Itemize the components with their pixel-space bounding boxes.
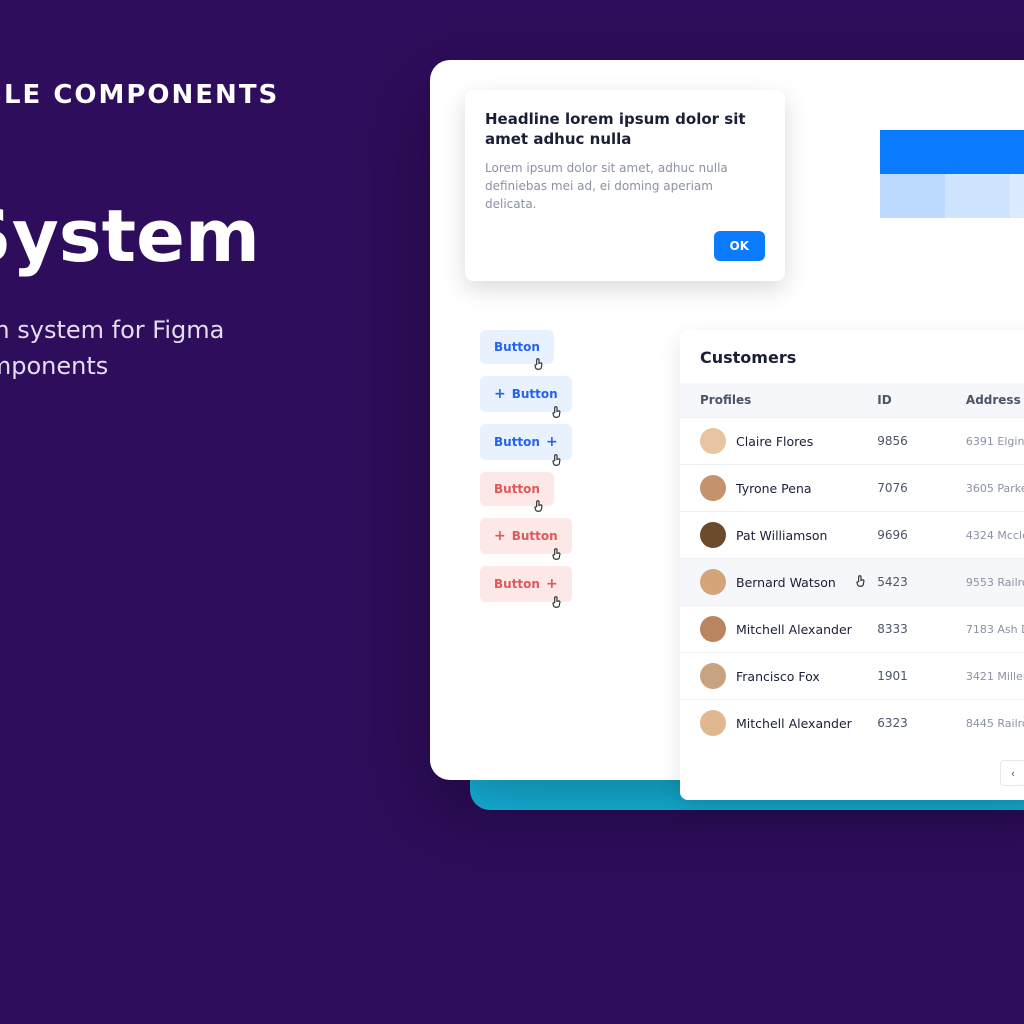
profile-cell: Mitchell Alexander	[700, 616, 877, 642]
dialog-card: Headline lorem ipsum dolor sit amet adhu…	[465, 90, 785, 281]
plus-icon: +	[494, 528, 506, 544]
customers-table: Customers Profiles ID Address Claire Flo…	[680, 330, 1024, 800]
address-cell: 9553 Railroa	[966, 576, 1024, 589]
address-cell: 4324 Mcclel	[966, 529, 1024, 542]
dialog-body: Lorem ipsum dolor sit amet, adhuc nulla …	[485, 159, 765, 213]
profile-cell: Claire Flores	[700, 428, 877, 454]
swatch	[1010, 130, 1024, 174]
id-cell: 9856	[877, 434, 966, 448]
col-id: ID	[877, 393, 966, 407]
avatar	[700, 616, 726, 642]
table-row[interactable]: Bernard Watson54239553 Railroa	[680, 558, 1024, 605]
sample-button-1[interactable]: +Button	[480, 376, 572, 412]
address-cell: 6391 Elgin St	[966, 435, 1024, 448]
id-cell: 7076	[877, 481, 966, 495]
profile-cell: Bernard Watson	[700, 569, 877, 595]
table-row[interactable]: Francisco Fox19013421 Miller A	[680, 652, 1024, 699]
profile-cell: Tyrone Pena	[700, 475, 877, 501]
profile-cell: Pat Williamson	[700, 522, 877, 548]
col-profiles: Profiles	[700, 393, 877, 407]
hero-text: ABLE COMPONENTS System sign system for F…	[0, 80, 380, 384]
plus-icon: +	[546, 576, 558, 592]
swatch	[880, 174, 945, 218]
table-row[interactable]: Mitchell Alexander63238445 Railroa	[680, 699, 1024, 746]
avatar	[700, 710, 726, 736]
swatch	[1010, 174, 1024, 218]
table-title: Customers	[680, 330, 1024, 383]
cursor-icon	[550, 405, 564, 422]
color-swatches	[880, 130, 1024, 218]
cursor-icon	[550, 453, 564, 470]
address-cell: 7183 Ash Dr,	[966, 623, 1024, 636]
profile-cell: Francisco Fox	[700, 663, 877, 689]
col-address: Address	[966, 393, 1024, 407]
avatar	[700, 663, 726, 689]
page-prev[interactable]: ‹	[1000, 760, 1024, 786]
avatar	[700, 569, 726, 595]
cursor-icon	[532, 357, 546, 374]
page-title: System	[0, 200, 380, 272]
pagination: ‹ 12	[680, 746, 1024, 800]
eyebrow: ABLE COMPONENTS	[0, 80, 380, 110]
table-row[interactable]: Pat Williamson96964324 Mcclel	[680, 511, 1024, 558]
swatch	[880, 130, 945, 174]
cursor-icon	[550, 595, 564, 612]
address-cell: 8445 Railroa	[966, 717, 1024, 730]
components-panel: Headline lorem ipsum dolor sit amet adhu…	[430, 60, 1024, 780]
id-cell: 1901	[877, 669, 966, 683]
table-row[interactable]: Claire Flores98566391 Elgin St	[680, 417, 1024, 464]
cursor-icon	[532, 499, 546, 516]
dialog-headline: Headline lorem ipsum dolor sit amet adhu…	[485, 110, 765, 149]
sample-button-0[interactable]: Button	[480, 330, 554, 364]
id-cell: 8333	[877, 622, 966, 636]
button-samples: Button+ButtonButton+Button+ButtonButton+	[480, 330, 572, 602]
avatar	[700, 522, 726, 548]
cursor-icon	[550, 547, 564, 564]
id-cell: 5423	[877, 575, 966, 589]
sample-button-3[interactable]: Button	[480, 472, 554, 506]
id-cell: 6323	[877, 716, 966, 730]
sample-button-2[interactable]: Button+	[480, 424, 572, 460]
table-row[interactable]: Mitchell Alexander83337183 Ash Dr,	[680, 605, 1024, 652]
sample-button-5[interactable]: Button+	[480, 566, 572, 602]
table-row[interactable]: Tyrone Pena70763605 Parker	[680, 464, 1024, 511]
avatar	[700, 428, 726, 454]
avatar	[700, 475, 726, 501]
plus-icon: +	[494, 386, 506, 402]
swatch	[945, 130, 1010, 174]
swatch	[945, 174, 1010, 218]
sample-button-4[interactable]: +Button	[480, 518, 572, 554]
plus-icon: +	[546, 434, 558, 450]
address-cell: 3421 Miller A	[966, 670, 1024, 683]
id-cell: 9696	[877, 528, 966, 542]
table-header: Profiles ID Address	[680, 383, 1024, 417]
profile-cell: Mitchell Alexander	[700, 710, 877, 736]
ok-button[interactable]: OK	[714, 231, 766, 261]
hero-description: sign system for Figma components	[0, 312, 380, 384]
cursor-icon	[854, 574, 868, 591]
address-cell: 3605 Parker	[966, 482, 1024, 495]
